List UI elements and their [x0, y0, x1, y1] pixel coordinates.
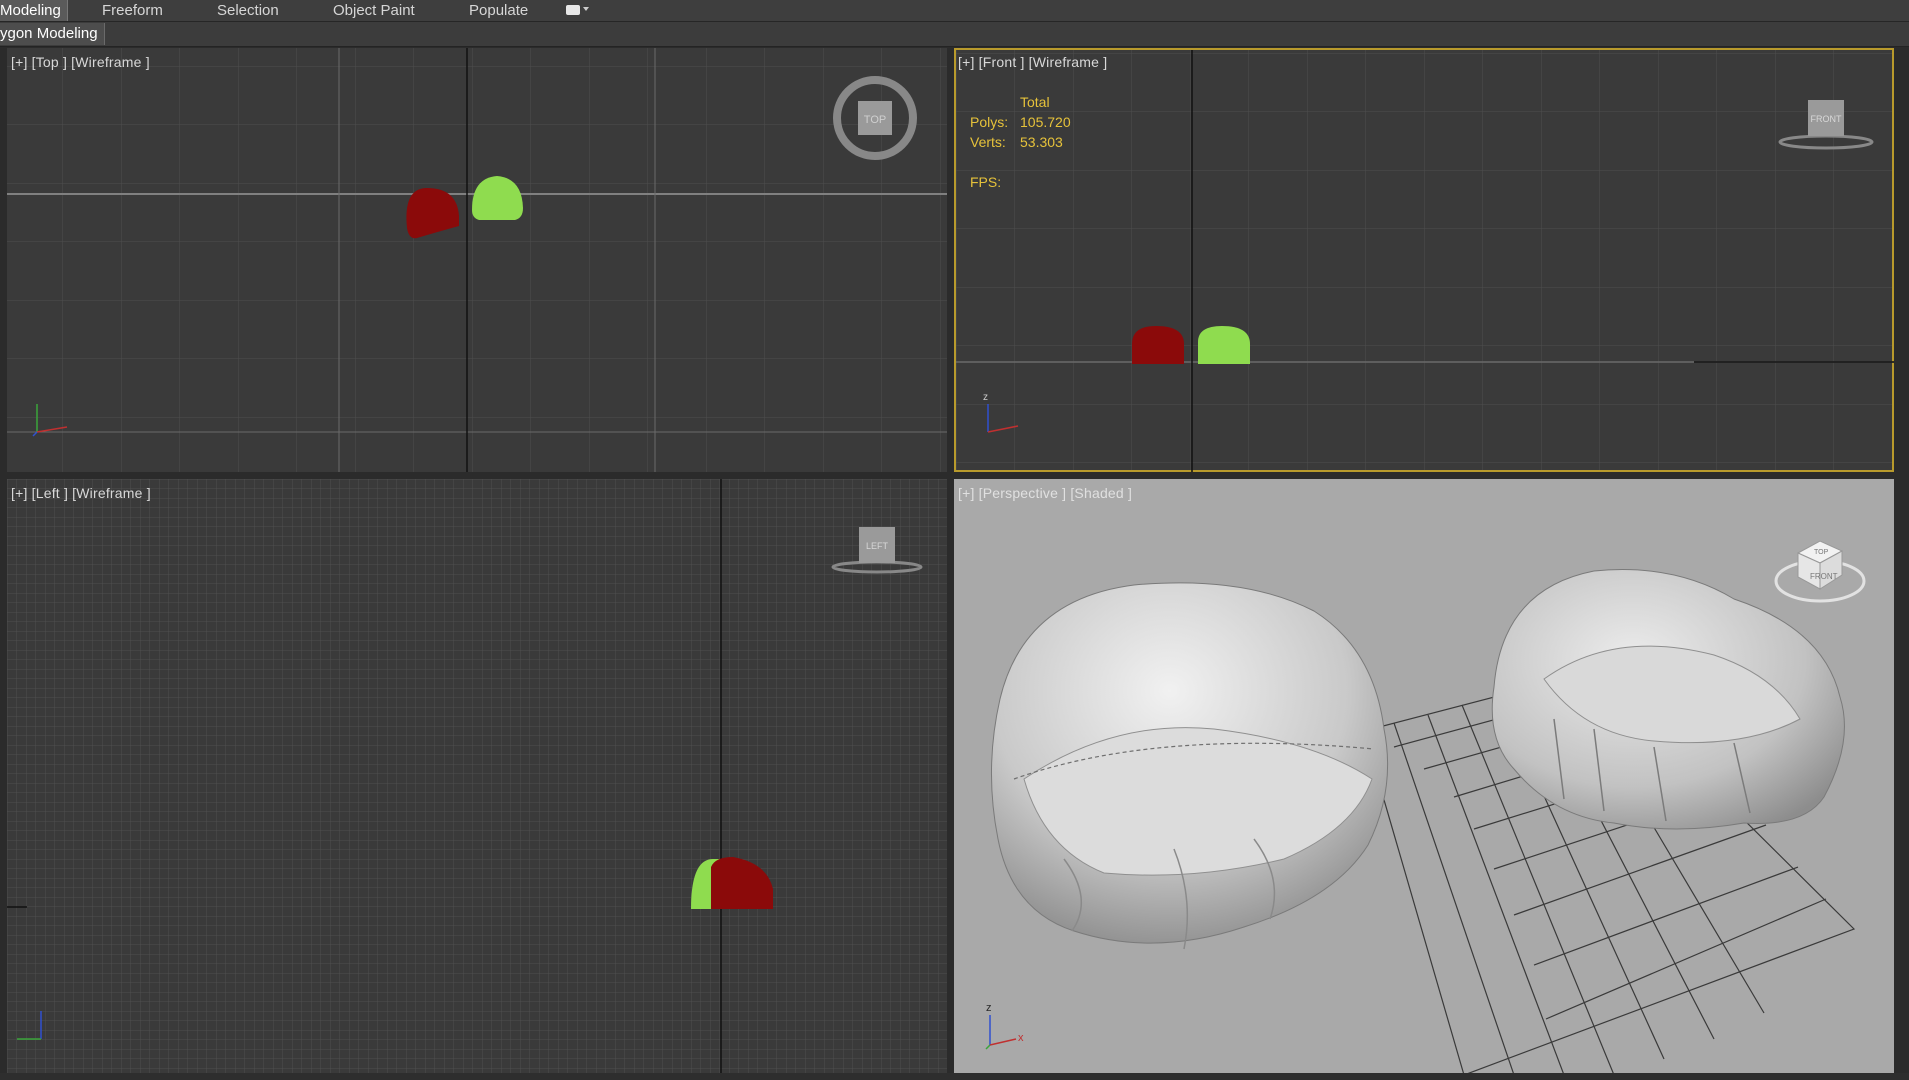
chevron-down-icon: [583, 7, 589, 11]
polys-label: Polys:: [970, 114, 1009, 130]
svg-text:LEFT: LEFT: [866, 541, 889, 551]
viewport-label-perspective[interactable]: [+] [Perspective ] [Shaded ]: [958, 485, 1132, 501]
ribbon-tabbar: Modeling Freeform Selection Object Paint…: [0, 0, 1909, 22]
viewport-perspective[interactable]: z x FRONT TOP [+] [Perspective ] [Shaded…: [954, 479, 1894, 1073]
verts-label: Verts:: [970, 134, 1006, 150]
verts-value: 53.303: [1020, 134, 1063, 150]
tab-modeling[interactable]: Modeling: [0, 0, 68, 21]
axis-gizmo: z x: [985, 1002, 1024, 1050]
perspective-scene: z x FRONT TOP: [985, 540, 1866, 1073]
viewport-left[interactable]: LEFT [+] [Left ] [Wireframe ]: [7, 479, 947, 1073]
svg-text:FRONT: FRONT: [1810, 572, 1838, 581]
green-armchair-front: [1198, 326, 1250, 364]
red-armchair-front: [1132, 326, 1184, 364]
viewport-label-front[interactable]: [+] [Front ] [Wireframe ]: [958, 54, 1107, 70]
display-menu-icon: [566, 5, 580, 15]
polys-value: 105.720: [1020, 114, 1071, 130]
viewport-label-left[interactable]: [+] [Left ] [Wireframe ]: [11, 485, 151, 501]
left-viewport-grid: LEFT: [7, 479, 947, 1073]
svg-text:TOP: TOP: [1814, 549, 1829, 556]
svg-text:FRONT: FRONT: [1811, 114, 1842, 124]
viewport-front[interactable]: z FRONT [+] [Front ] [Wireframe ] Total …: [954, 48, 1894, 472]
ribbon-subbar: ygon Modeling: [0, 22, 1909, 47]
front-viewport-grid: z FRONT: [956, 50, 1894, 472]
tab-polygon-modeling[interactable]: ygon Modeling: [0, 23, 105, 45]
status-bar-strip: [0, 1073, 1909, 1080]
display-menu-dropdown[interactable]: [566, 4, 589, 17]
svg-text:x: x: [1018, 1032, 1024, 1044]
fps-label: FPS:: [970, 174, 1002, 190]
stats-header: Total: [1020, 94, 1050, 110]
top-viewport-grid: TOP: [7, 48, 947, 472]
svg-text:TOP: TOP: [864, 114, 886, 126]
tab-freeform[interactable]: Freeform: [102, 0, 163, 21]
tab-object-paint[interactable]: Object Paint: [333, 0, 415, 21]
viewport-top[interactable]: TOP [+] [Top ] [Wireframe ]: [7, 48, 947, 472]
viewcube-cube: FRONT TOP: [1774, 540, 1866, 603]
svg-text:z: z: [983, 392, 988, 403]
tab-selection[interactable]: Selection: [217, 0, 279, 21]
tab-populate[interactable]: Populate: [469, 0, 528, 21]
viewport-label-top[interactable]: [+] [Top ] [Wireframe ]: [11, 54, 150, 70]
svg-text:z: z: [986, 1002, 992, 1014]
